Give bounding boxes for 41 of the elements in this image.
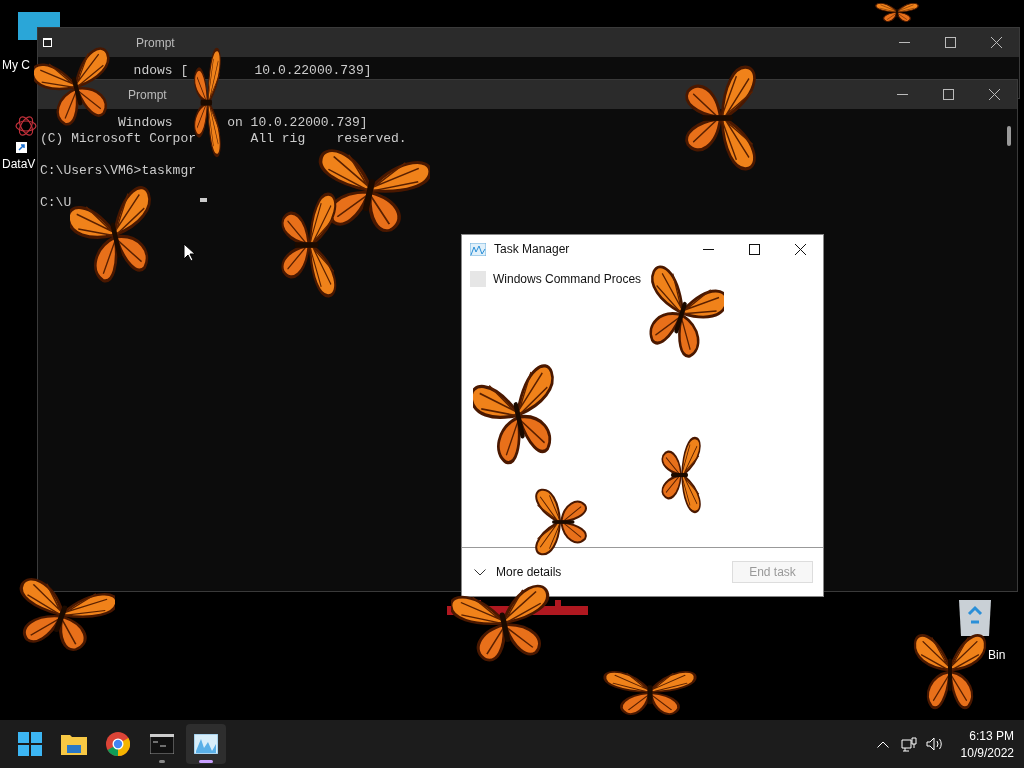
window-title: Prompt — [136, 35, 175, 50]
console-text: reserved. — [336, 131, 407, 147]
close-icon — [988, 89, 1000, 100]
desktop-icon-label: DataV — [2, 157, 36, 171]
maximize-icon — [944, 37, 956, 48]
desktop-icon-label: Bin — [988, 648, 1006, 662]
more-details-button[interactable]: More details — [474, 565, 562, 579]
window-title: Prompt — [128, 87, 167, 102]
console-text: Windows — [118, 115, 173, 131]
network-icon[interactable] — [898, 734, 919, 754]
maximize-icon — [942, 89, 954, 100]
chevron-down-icon — [474, 568, 486, 576]
console-text: ndows [ — [133, 63, 189, 79]
mouse-pointer-icon — [183, 243, 195, 262]
console-text: C:\Users\VM6>taskmgr — [40, 163, 197, 179]
folder-icon — [61, 733, 87, 755]
console-text: C:\U — [40, 195, 72, 211]
process-name: Windows Command Proces — [493, 272, 642, 286]
desktop-icon-label: My C — [2, 58, 30, 72]
process-row[interactable]: Windows Command Proces — [470, 269, 815, 289]
recycle-bin-icon[interactable] — [957, 598, 993, 636]
console-text: on 10.0.22000.739] — [227, 115, 368, 131]
taskbar-app-button[interactable] — [186, 724, 226, 764]
close-icon — [990, 37, 1002, 48]
terminal-icon — [150, 734, 174, 754]
console-text: (C) Microsoft Corpor — [40, 131, 197, 147]
console-text: 10.0.22000.739] — [254, 63, 372, 79]
window-title: Task Manager — [494, 242, 570, 256]
app-icon — [470, 271, 486, 287]
scrollbar-thumb[interactable] — [1007, 126, 1011, 146]
console-text: All rig — [250, 131, 306, 147]
console-icon — [43, 38, 52, 47]
clock[interactable]: 6:13 PM 10/9/2022 — [960, 728, 1014, 760]
windows-logo-icon — [18, 732, 42, 756]
maximize-icon — [748, 243, 760, 255]
close-icon — [794, 243, 806, 255]
browser-icon — [106, 732, 130, 756]
graph-icon — [470, 242, 486, 256]
butterfly-drawing — [874, 0, 920, 24]
text-cursor — [200, 198, 207, 202]
graph-icon — [194, 734, 218, 754]
